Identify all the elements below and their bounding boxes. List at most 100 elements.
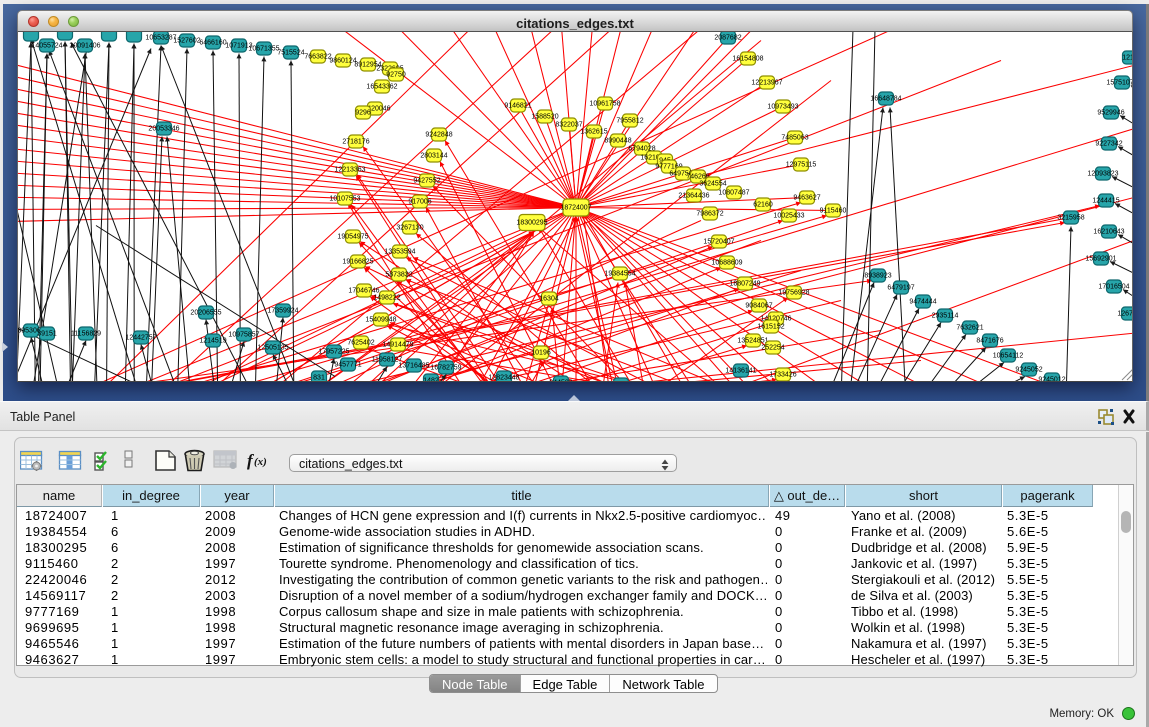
svg-text:7955812: 7955812: [616, 117, 643, 124]
svg-text:2935114: 2935114: [932, 312, 959, 319]
svg-text:16304: 16304: [539, 295, 559, 302]
svg-text:9245012: 9245012: [1038, 376, 1065, 382]
svg-text:7515524: 7515524: [277, 49, 304, 56]
svg-text:12213363: 12213363: [334, 166, 365, 173]
svg-text:15692901: 15692901: [1085, 255, 1116, 262]
svg-text:7632621: 7632621: [956, 324, 983, 331]
svg-text:10671355: 10671355: [248, 45, 279, 52]
svg-text:14055724: 14055724: [31, 42, 62, 49]
svg-text:1615152: 1615152: [757, 323, 784, 330]
svg-text:20053346: 20053346: [148, 125, 179, 132]
svg-text:13353594: 13353594: [384, 248, 415, 255]
svg-text:10653287: 10653287: [145, 34, 176, 41]
svg-text:2803144: 2803144: [420, 152, 447, 159]
svg-text:9245052: 9245052: [1015, 366, 1042, 373]
svg-text:12505135: 12505135: [257, 344, 288, 351]
svg-text:18300295: 18300295: [516, 219, 547, 226]
svg-text:9463627: 9463627: [793, 194, 820, 201]
svg-text:62160: 62160: [753, 201, 773, 208]
svg-text:126753: 126753: [1117, 310, 1133, 317]
svg-text:1733426: 1733426: [769, 371, 796, 378]
svg-text:18724007: 18724007: [560, 204, 591, 211]
svg-text:12823448: 12823448: [488, 374, 519, 381]
svg-text:7663822: 7663822: [304, 53, 331, 60]
svg-text:2718176: 2718176: [342, 138, 369, 145]
svg-text:15409948: 15409948: [365, 316, 396, 323]
svg-text:1498222: 1498222: [373, 294, 400, 301]
svg-text:6479197: 6479197: [887, 284, 914, 291]
svg-text:11156829: 11156829: [71, 330, 101, 337]
svg-text:16648784: 16648784: [870, 95, 901, 102]
svg-text:14136141: 14136141: [725, 367, 756, 374]
svg-text:9115460: 9115460: [820, 207, 847, 214]
svg-text:7625402: 7625402: [347, 339, 374, 346]
svg-text:10196: 10196: [531, 349, 551, 356]
svg-text:1214519: 1214519: [199, 337, 226, 344]
svg-text:9084067: 9084067: [745, 302, 772, 309]
svg-text:92750: 92750: [386, 71, 406, 78]
svg-text:16782759: 16782759: [430, 364, 461, 371]
svg-text:13716485: 13716485: [398, 362, 429, 369]
svg-text:8990448: 8990448: [604, 137, 631, 144]
svg-text:10025433: 10025433: [773, 212, 804, 219]
svg-text:13524851: 13524851: [737, 337, 768, 344]
svg-text:14914479: 14914479: [382, 341, 413, 348]
svg-text:18807249: 18807249: [729, 280, 760, 287]
svg-text:3267130: 3267130: [396, 224, 423, 231]
svg-text:8322037: 8322037: [555, 121, 582, 128]
svg-text:21364436: 21364436: [678, 192, 709, 199]
svg-text:917006: 917006: [408, 198, 431, 205]
svg-text:1093: 1093: [613, 381, 629, 382]
svg-text:9474444: 9474444: [909, 298, 936, 305]
svg-text:2087682: 2087682: [714, 34, 741, 41]
svg-text:8938923: 8938923: [864, 272, 891, 279]
svg-text:9457771: 9457771: [334, 361, 361, 368]
svg-text:9296: 9296: [355, 109, 371, 116]
svg-text:19756928: 19756928: [778, 289, 809, 296]
svg-text:9227342: 9227342: [1095, 140, 1122, 147]
svg-text:(x): (x): [254, 456, 267, 468]
svg-text:1482: 1482: [423, 377, 439, 382]
svg-text:16210643: 16210643: [1093, 228, 1124, 235]
svg-text:17046746: 17046746: [348, 287, 379, 294]
svg-text:17359924: 17359924: [267, 307, 298, 314]
svg-text:6466160: 6466160: [199, 39, 226, 46]
svg-text:20091406: 20091406: [69, 42, 100, 49]
svg-text:19166825: 19166825: [342, 258, 373, 265]
svg-text:944502: 944502: [549, 379, 572, 382]
svg-text:1527602: 1527602: [173, 37, 200, 44]
svg-text:17016504: 17016504: [1098, 283, 1129, 290]
svg-text:12213967: 12213967: [751, 79, 782, 86]
svg-text:3624554: 3624554: [699, 180, 726, 187]
svg-text:10973493: 10973493: [767, 103, 798, 110]
svg-text:10107553: 10107553: [329, 195, 360, 202]
svg-text:10961758: 10961758: [589, 100, 620, 107]
svg-text:15751074: 15751074: [1106, 79, 1133, 86]
svg-text:9242848: 9242848: [425, 131, 452, 138]
svg-text:10975857: 10975857: [228, 331, 259, 338]
svg-text:7485063: 7485063: [781, 134, 808, 141]
svg-text:1244415: 1244415: [1092, 197, 1119, 204]
svg-text:15720407: 15720407: [703, 238, 734, 245]
svg-text:831: 831: [313, 374, 325, 381]
svg-text:9860124: 9860124: [329, 57, 356, 64]
svg-text:5873832: 5873832: [385, 271, 412, 278]
svg-text:12093823: 12093823: [1087, 170, 1118, 177]
svg-text:9529946: 9529946: [1097, 109, 1124, 116]
svg-text:19054975: 19054975: [337, 233, 368, 240]
svg-text:9146821: 9146821: [504, 102, 531, 109]
svg-text:1217: 1217: [1122, 54, 1133, 61]
svg-text:252254: 252254: [761, 344, 784, 351]
svg-text:10688609: 10688609: [711, 259, 742, 266]
svg-text:12975115: 12975115: [786, 161, 817, 168]
svg-text:3215958: 3215958: [1057, 214, 1084, 221]
svg-text:20206555: 20206555: [190, 309, 221, 316]
svg-text:1362615: 1362615: [580, 128, 607, 135]
svg-text:17957225: 17957225: [318, 348, 349, 355]
svg-text:10807487: 10807487: [718, 189, 749, 196]
svg-text:16154808: 16154808: [732, 55, 763, 62]
svg-text:10654112: 10654112: [993, 352, 1024, 359]
svg-text:8471676: 8471676: [976, 337, 1003, 344]
svg-text:39151: 39151: [37, 330, 57, 337]
svg-text:1588520: 1588520: [531, 113, 558, 120]
